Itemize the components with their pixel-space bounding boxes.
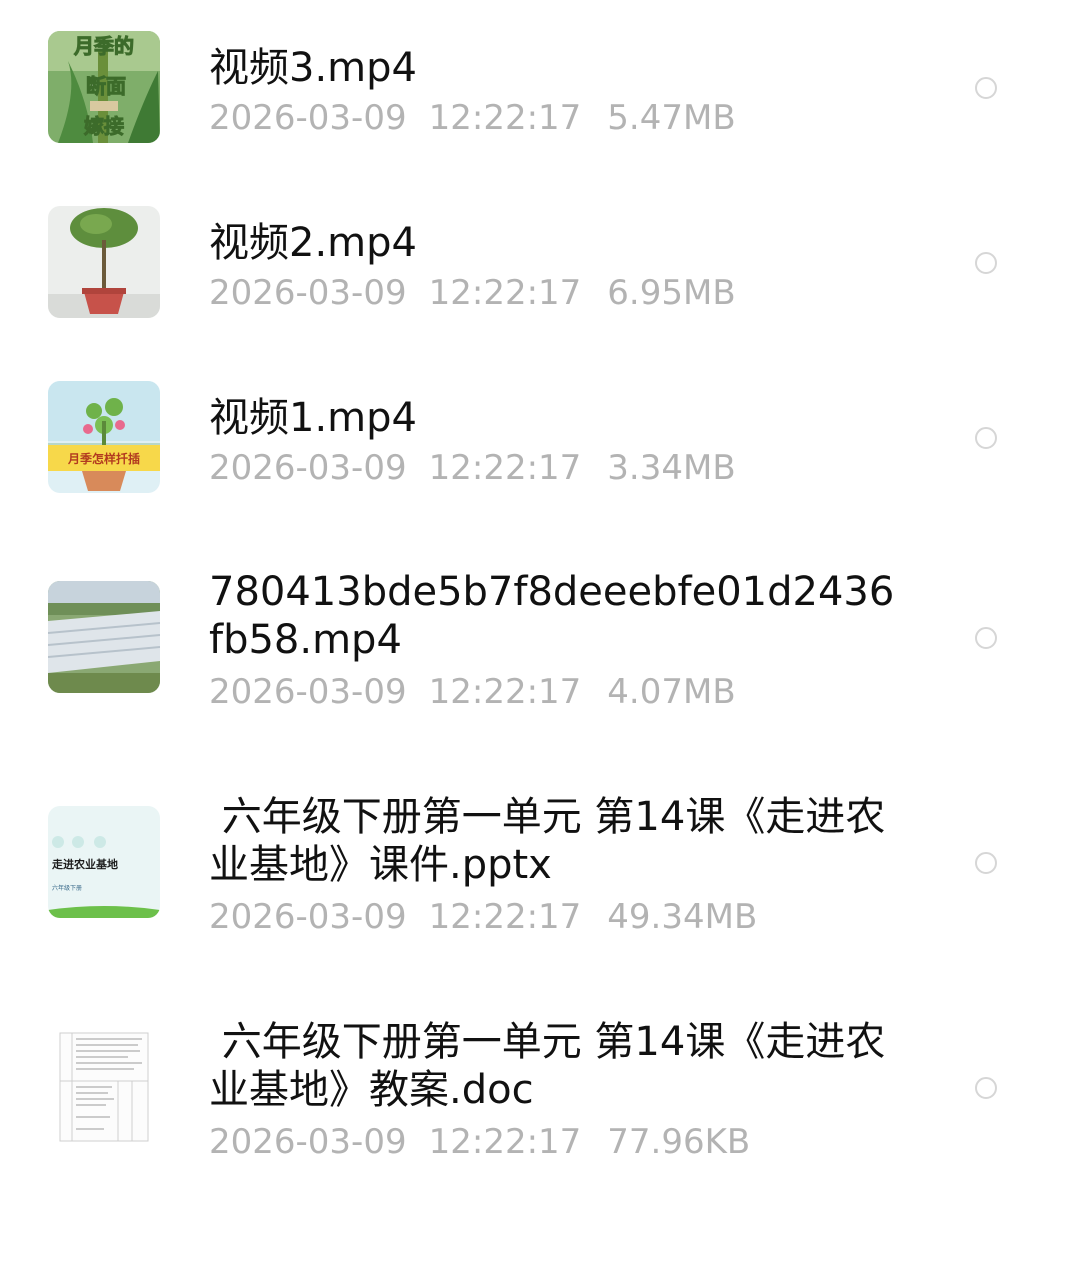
thumb-text: 月季怎样扦插 xyxy=(67,451,140,466)
thumb-text: 断面 xyxy=(86,74,126,98)
select-radio[interactable] xyxy=(975,77,997,99)
file-row[interactable]: 六年级下册第一单元 第14课《走进农业基地》教案.doc 2026-03-09 1… xyxy=(0,1000,1070,1225)
file-date: 2026-03-09 xyxy=(209,1122,407,1162)
file-time: 12:22:17 xyxy=(428,98,582,138)
file-meta: 2026-03-09 12:22:17 49.34MB xyxy=(209,897,757,937)
select-radio[interactable] xyxy=(975,627,997,649)
file-size: 6.95MB xyxy=(607,273,736,313)
thumb-text: 嫁接 xyxy=(84,114,124,138)
file-time: 12:22:17 xyxy=(428,897,582,937)
select-radio[interactable] xyxy=(975,427,997,449)
file-meta: 2026-03-09 12:22:17 6.95MB xyxy=(209,273,736,313)
file-meta: 2026-03-09 12:22:17 4.07MB xyxy=(209,672,736,712)
file-meta: 2026-03-09 12:22:17 5.47MB xyxy=(209,98,736,138)
select-radio[interactable] xyxy=(975,852,997,874)
document-thumbnail xyxy=(48,1031,160,1143)
file-name: 视频3.mp4 xyxy=(209,45,417,91)
greenhouse-aerial-thumbnail xyxy=(48,581,160,693)
select-radio[interactable] xyxy=(975,252,997,274)
file-size: 49.34MB xyxy=(607,897,758,937)
file-size: 4.07MB xyxy=(607,672,736,712)
file-date: 2026-03-09 xyxy=(209,273,407,313)
file-meta: 2026-03-09 12:22:17 77.96KB xyxy=(209,1122,750,1162)
file-name: 视频1.mp4 xyxy=(209,395,417,441)
file-row[interactable]: 月季的 断面 嫁接 视频3.mp4 2026-03-09 12:22:17 5.47… xyxy=(0,0,1070,175)
select-radio[interactable] xyxy=(975,1077,997,1099)
cartoon-plant-thumbnail: 月季怎样扦插 xyxy=(48,381,160,493)
plant-grafting-thumbnail: 月季的 断面 嫁接 xyxy=(48,31,160,143)
thumb-text: 走进农业基地 xyxy=(51,857,118,871)
file-size: 77.96KB xyxy=(607,1122,751,1162)
file-date: 2026-03-09 xyxy=(209,448,407,488)
file-list: 月季的 断面 嫁接 视频3.mp4 2026-03-09 12:22:17 5.47… xyxy=(0,0,1070,1280)
file-size: 3.34MB xyxy=(607,448,736,488)
file-row[interactable]: 视频2.mp4 2026-03-09 12:22:17 6.95MB xyxy=(0,175,1070,350)
file-name: 780413bde5b7f8deeebfe01d2436fb58.mp4 xyxy=(209,569,895,663)
file-row[interactable]: 走进农业基地 六年级下册 六年级下册第一单元 第14课《走进农业基地》课件.pp… xyxy=(0,775,1070,1000)
file-row[interactable]: 780413bde5b7f8deeebfe01d2436fb58.mp4 202… xyxy=(0,550,1070,775)
file-time: 12:22:17 xyxy=(428,672,582,712)
slide-thumbnail: 走进农业基地 六年级下册 xyxy=(48,806,160,918)
thumb-text: 六年级下册 xyxy=(52,884,82,892)
file-time: 12:22:17 xyxy=(428,448,582,488)
file-name: 六年级下册第一单元 第14课《走进农业基地》课件.pptx xyxy=(209,794,886,888)
file-row[interactable]: 月季怎样扦插 视频1.mp4 2026-03-09 12:22:17 3.34MB xyxy=(0,350,1070,550)
file-time: 12:22:17 xyxy=(428,273,582,313)
file-name: 视频2.mp4 xyxy=(209,220,417,266)
file-name: 六年级下册第一单元 第14课《走进农业基地》教案.doc xyxy=(209,1019,886,1113)
thumb-text: 月季的 xyxy=(73,34,134,58)
file-meta: 2026-03-09 12:22:17 3.34MB xyxy=(209,448,736,488)
file-time: 12:22:17 xyxy=(428,1122,582,1162)
file-date: 2026-03-09 xyxy=(209,98,407,138)
file-date: 2026-03-09 xyxy=(209,897,407,937)
file-date: 2026-03-09 xyxy=(209,672,407,712)
file-size: 5.47MB xyxy=(607,98,736,138)
potted-tree-thumbnail xyxy=(48,206,160,318)
